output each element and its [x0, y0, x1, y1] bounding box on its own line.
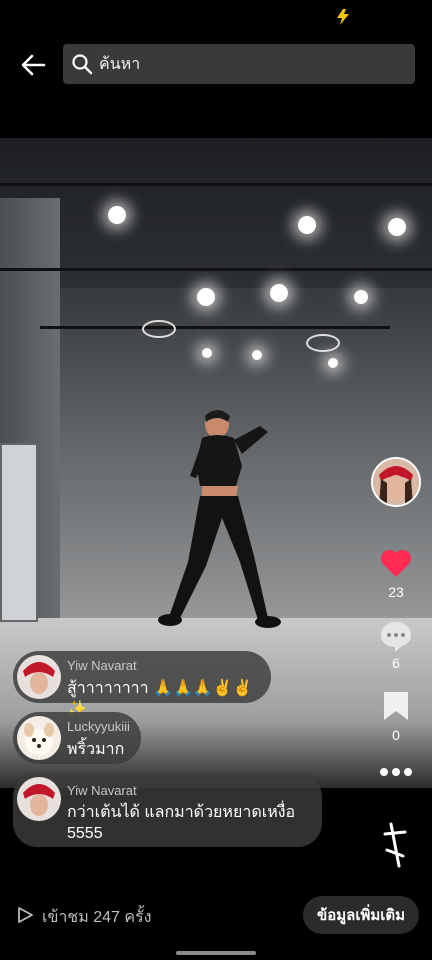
comment-icon[interactable] — [378, 618, 414, 654]
ceiling-beam — [0, 183, 432, 186]
like-count: 23 — [388, 584, 404, 600]
commenter-name: Yiw Navarat — [67, 783, 137, 798]
sparkle-decoration-icon — [383, 822, 407, 868]
ceiling-light — [328, 358, 338, 368]
ceiling-light — [388, 218, 406, 236]
more-info-button[interactable]: ข้อมูลเพิ่มเติม — [303, 896, 419, 934]
comment-text: พริ้วมาก — [67, 741, 125, 758]
search-icon — [72, 54, 93, 75]
heart-icon[interactable] — [378, 545, 414, 581]
play-icon — [18, 907, 33, 923]
comment-text: กว่าเต้นได้ แลกมาด้วยหยาดเหงื่อ 5555 — [67, 804, 296, 842]
commenter-name: Yiw Navarat — [67, 658, 137, 673]
back-arrow-icon[interactable] — [18, 50, 48, 80]
avatar-image — [17, 777, 61, 821]
commenter-avatar[interactable] — [17, 777, 61, 821]
ceiling-beam — [0, 268, 432, 271]
creator-avatar[interactable] — [371, 457, 421, 507]
comment-count: 6 — [392, 655, 400, 671]
ceiling-light — [252, 350, 262, 360]
ceiling-light — [298, 216, 316, 234]
dancer-figure — [158, 410, 281, 628]
ceiling-light — [108, 206, 126, 224]
view-count: เข้าชม 247 ครั้ง — [42, 909, 152, 926]
ceiling-light — [202, 348, 212, 358]
home-indicator[interactable] — [176, 951, 256, 955]
search-input[interactable]: ค้นหา — [99, 52, 140, 77]
ceiling-light — [354, 290, 368, 304]
more-options-icon[interactable] — [378, 762, 414, 782]
comment-item: Yiw Navarat กว่าเต้นได้ แลกมาด้วยหยาดเหง… — [13, 773, 322, 847]
lightning-icon — [337, 9, 349, 25]
ceiling-ring-light — [306, 334, 340, 352]
commenter-avatar[interactable] — [17, 716, 61, 760]
bookmark-count: 0 — [392, 727, 400, 743]
video-door — [0, 443, 38, 622]
search-bar[interactable]: ค้นหา — [63, 44, 415, 84]
ceiling-light — [197, 288, 215, 306]
comment-item: Luckyyukiii พริ้วมาก — [13, 712, 141, 764]
comment-item: Yiw Navarat สู้าาาาาาาา 🙏🙏🙏✌️✌️✨ — [13, 651, 271, 718]
commenter-avatar[interactable] — [17, 655, 61, 699]
ceiling-ring-light — [142, 320, 176, 338]
avatar-image — [17, 716, 61, 760]
avatar-image — [373, 459, 419, 505]
ceiling-light — [270, 284, 288, 302]
video-ceiling — [0, 138, 432, 288]
bookmark-icon[interactable] — [382, 690, 410, 722]
avatar-image — [17, 655, 61, 699]
ceiling-beam — [40, 326, 390, 329]
commenter-name: Luckyyukiii — [67, 719, 130, 734]
